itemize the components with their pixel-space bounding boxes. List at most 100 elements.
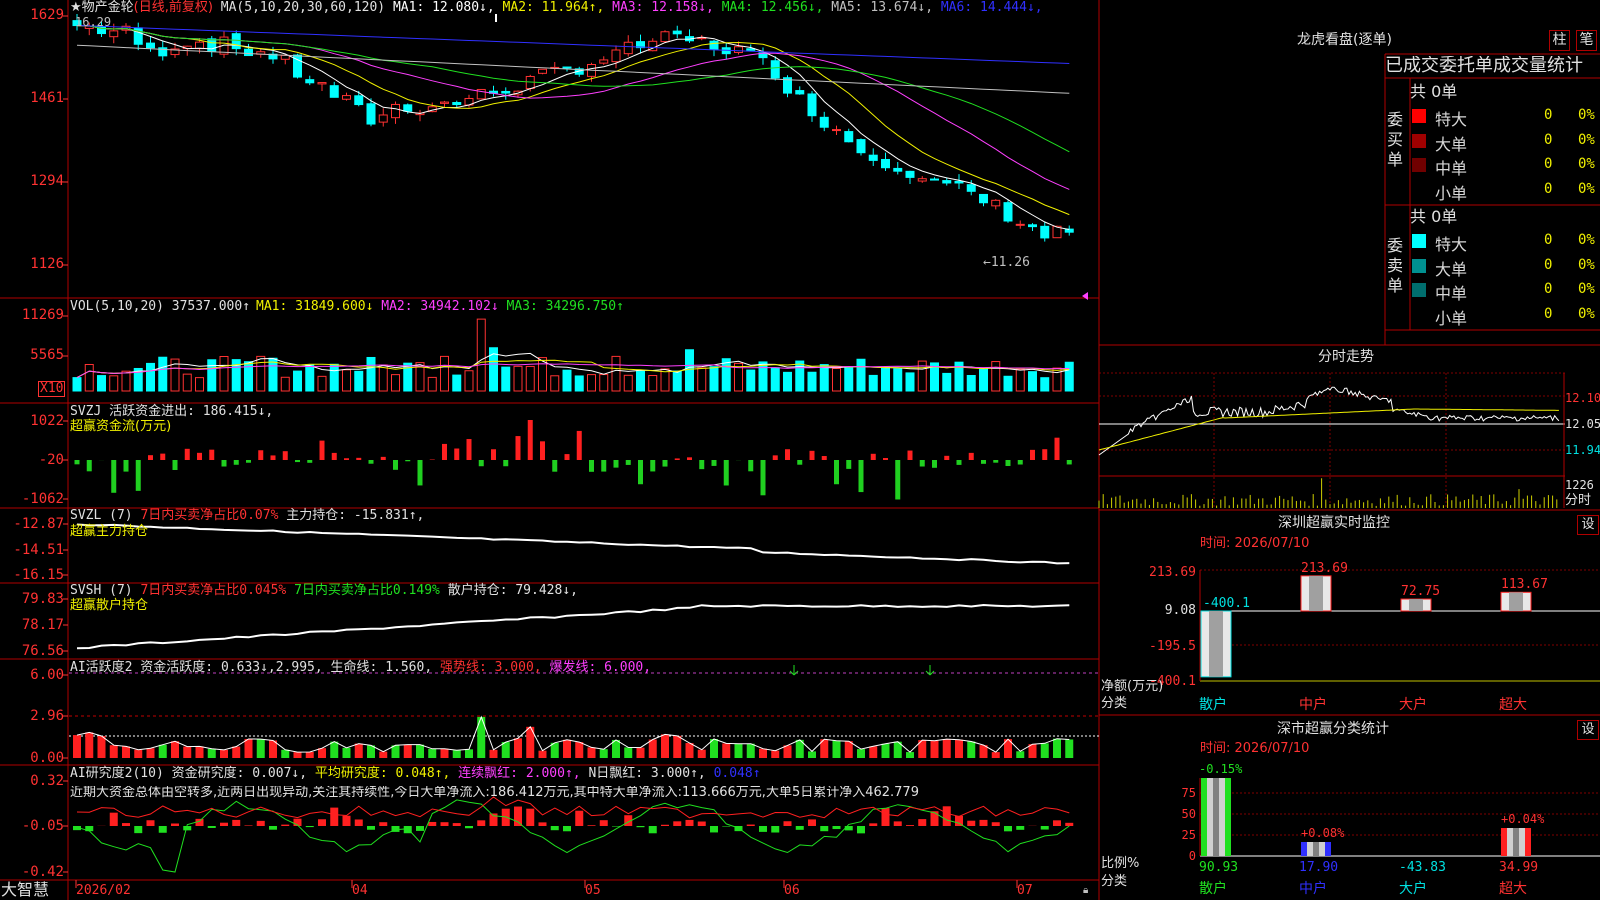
activity-bar — [906, 752, 914, 758]
activity-bar — [1016, 751, 1025, 758]
flow-bar — [797, 460, 803, 465]
ai1-value2: 2.995, — [275, 660, 323, 675]
sz-bar-value: -400.1 — [1203, 596, 1250, 611]
vol-unit[interactable]: X10 — [38, 381, 66, 397]
activity-bar — [857, 749, 865, 758]
candle-body — [317, 82, 327, 85]
research-bar — [722, 826, 731, 827]
order-row-1: 特大 0 0% — [1410, 105, 1600, 129]
volume-bar — [207, 359, 217, 392]
activity-bar — [134, 749, 143, 758]
sc-bar-percent: +0.08% — [1301, 826, 1345, 840]
research-bar — [158, 826, 167, 833]
order-size-label: 大单 — [1435, 259, 1468, 279]
research-bar — [832, 826, 841, 830]
activity-bar — [636, 747, 645, 758]
flow-bar — [540, 441, 545, 460]
stock-title[interactable]: ★物产金轮 — [70, 0, 134, 15]
research-bar — [795, 826, 804, 830]
volume-bar — [905, 372, 915, 392]
flow-bar — [233, 460, 239, 465]
research-bar — [526, 808, 535, 826]
research-bar — [857, 826, 865, 834]
x-tick-month: 2026/02 — [76, 883, 131, 898]
ma-value-4: MA4: 12.456↓, — [713, 0, 824, 15]
app-logo[interactable]: 大智慧 — [1, 881, 49, 899]
flow-bar — [307, 460, 313, 463]
volume-bar — [942, 372, 952, 392]
color-swatch — [1412, 283, 1426, 297]
fs-title[interactable]: 分时走势 — [1318, 350, 1374, 364]
sz-settings-button[interactable]: 设 — [1577, 515, 1599, 535]
flow-bar — [491, 449, 496, 460]
research-bar — [820, 826, 829, 832]
order-size-label: 特大 — [1435, 235, 1468, 254]
order-row-2: 大单 0 0% — [1410, 255, 1600, 279]
order-percent: 0% — [1578, 107, 1595, 123]
volume-bar — [819, 364, 829, 392]
activity-bar — [783, 745, 792, 758]
volume-bar — [709, 366, 719, 392]
flow-bar — [748, 460, 754, 472]
volume-bar — [121, 370, 131, 392]
fs-tick: 12.10 — [1565, 391, 1600, 405]
tick-mode-button[interactable]: 笔 — [1576, 30, 1597, 51]
volume-bar — [72, 377, 82, 392]
sc-bar-core — [1213, 778, 1219, 856]
volume-bar — [244, 361, 253, 392]
flow-bar — [527, 420, 533, 460]
lock-icon[interactable]: 🔒︎ — [1083, 884, 1088, 898]
sc-tick: 75 — [1181, 786, 1196, 800]
candle-body — [832, 129, 841, 132]
sc-category-label: 大户 — [1399, 881, 1427, 897]
svzj-sub: 超赢资金流(万元) — [70, 419, 172, 434]
order-count: 0 — [1544, 281, 1553, 297]
color-swatch — [1412, 133, 1426, 148]
sc-bar-value: 17.90 — [1299, 860, 1339, 875]
order-count: 0 — [1544, 180, 1553, 197]
bar-mode-button[interactable]: 柱 — [1549, 30, 1570, 51]
flow-bar — [466, 439, 472, 460]
chart-canvas[interactable] — [0, 0, 1600, 900]
activity-bar — [416, 744, 424, 758]
research-bar — [783, 821, 792, 826]
ai1-header: AI活跃度2 资金活跃度: 0.633↓,2.995, 生命线: 1.560, … — [70, 661, 651, 675]
order-percent: 0% — [1578, 256, 1595, 273]
activity-bar — [256, 739, 265, 758]
sc-category-label: 中户 — [1299, 881, 1327, 897]
research-bar — [367, 826, 375, 830]
ai1-burst-line: 爆发线: 6.000, — [549, 660, 652, 675]
candle-body — [795, 90, 805, 95]
volume-bar — [366, 356, 376, 392]
volume-bar — [636, 370, 645, 392]
period-label[interactable]: (日线,前复权) — [134, 0, 213, 15]
order-percent: 0% — [1578, 131, 1595, 148]
activity-bar — [832, 740, 841, 758]
sc-xlabel: 分类 — [1101, 874, 1128, 889]
research-bar — [281, 824, 290, 826]
candle-body — [844, 131, 854, 143]
activity-bar — [1053, 738, 1061, 758]
vol-ma3: MA3: 34296.750↑ — [506, 299, 624, 314]
research-bar — [342, 815, 351, 826]
volume-bar — [1028, 371, 1037, 392]
flow-bar — [135, 460, 141, 491]
order-size-label: 小单 — [1435, 308, 1468, 328]
candle-body — [611, 49, 621, 63]
candle-body — [231, 33, 241, 50]
research-bar — [918, 819, 927, 826]
candle-body — [734, 46, 743, 53]
research-bar — [967, 820, 976, 826]
research-bar — [146, 820, 155, 826]
candle-body — [930, 178, 939, 181]
research-bar — [416, 826, 424, 831]
volume-bar — [611, 355, 621, 392]
x-tick-month: 07 — [1017, 883, 1033, 898]
sc-settings-button[interactable]: 设 — [1577, 720, 1599, 740]
research-bar — [991, 822, 1000, 826]
activity-bar — [171, 741, 179, 758]
flow-bar — [74, 460, 80, 465]
fs-average-line — [1098, 408, 1559, 451]
flow-bar — [209, 449, 215, 460]
research-bar — [244, 825, 253, 826]
